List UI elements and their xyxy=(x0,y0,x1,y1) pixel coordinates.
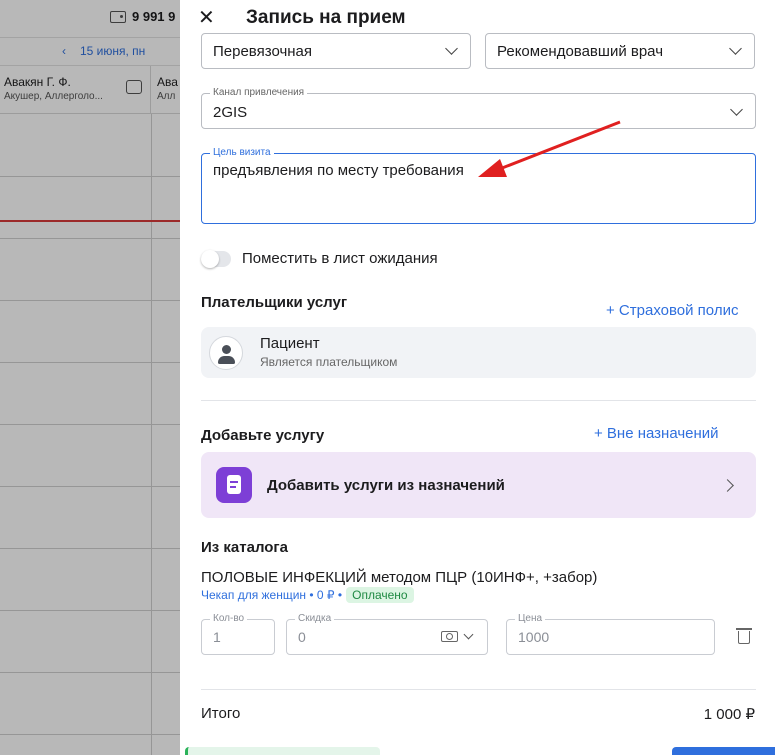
total-label: Итого xyxy=(201,705,241,722)
referrer-value: Рекомендовавший врач xyxy=(497,43,664,60)
secondary-action-button[interactable] xyxy=(185,747,380,755)
total-value: 1 000 ₽ xyxy=(703,706,755,723)
visit-purpose-value: предъявления по месту требования xyxy=(213,162,464,179)
channel-select[interactable]: Канал привлечения 2GIS xyxy=(201,87,756,129)
waitlist-label: Поместить в лист ожидания xyxy=(242,250,438,267)
chevron-down-icon xyxy=(445,42,458,55)
discount-value: 0 xyxy=(298,629,306,645)
catalog-title: Из каталога xyxy=(201,539,289,556)
panel-title: Запись на прием xyxy=(246,7,406,28)
quantity-value: 1 xyxy=(213,629,221,645)
channel-label: Канал привлечения xyxy=(210,87,308,98)
divider xyxy=(201,689,756,690)
visit-purpose-label: Цель визита xyxy=(210,147,274,158)
chevron-down-icon xyxy=(729,42,742,55)
service-name: ПОЛОВЫЕ ИНФЕКЦИЙ методом ПЦР (10ИНФ+, +з… xyxy=(201,569,598,586)
document-icon xyxy=(216,467,252,503)
price-field[interactable]: Цена 1000 xyxy=(506,613,715,655)
payers-title: Плательщики услуг xyxy=(201,294,348,311)
discount-label: Скидка xyxy=(295,613,335,624)
quantity-field[interactable]: Кол-во 1 xyxy=(201,613,275,655)
visit-purpose-textarea[interactable]: Цель визита предъявления по месту требов… xyxy=(201,147,756,224)
channel-value: 2GIS xyxy=(213,104,248,121)
chevron-down-icon xyxy=(730,103,743,116)
add-service-title: Добавьте услугу xyxy=(201,427,325,444)
room-select[interactable]: Перевязочная xyxy=(201,33,471,69)
referrer-select[interactable]: Рекомендовавший врач xyxy=(485,33,755,69)
add-from-prescriptions-label: Добавить услуги из назначений xyxy=(267,477,505,494)
chevron-right-icon xyxy=(721,479,734,492)
chevron-down-icon[interactable] xyxy=(463,629,474,640)
service-meta-text: Чекап для женщин • 0 ₽ • xyxy=(201,588,343,602)
outside-prescriptions-link[interactable]: + Вне назначений xyxy=(594,425,719,442)
waitlist-toggle[interactable] xyxy=(201,250,231,268)
appointment-panel: ✕ Запись на прием Перевязочная Рекомендо… xyxy=(180,0,775,755)
room-value: Перевязочная xyxy=(213,43,313,60)
user-icon xyxy=(209,336,243,370)
discount-field[interactable]: Скидка 0 xyxy=(286,613,488,655)
close-icon[interactable]: ✕ xyxy=(198,8,218,28)
price-value: 1000 xyxy=(518,629,550,645)
payer-name: Пациент xyxy=(260,335,320,352)
payer-card[interactable]: Пациент Является плательщиком xyxy=(201,327,756,378)
add-insurance-link[interactable]: + Страховой полис xyxy=(606,302,738,319)
add-from-prescriptions-card[interactable]: Добавить услуги из назначений xyxy=(201,452,756,518)
quantity-label: Кол-во xyxy=(210,613,248,624)
payer-subtitle: Является плательщиком xyxy=(260,355,398,369)
money-icon[interactable] xyxy=(441,631,458,642)
trash-icon[interactable] xyxy=(736,628,752,644)
save-button[interactable] xyxy=(672,747,775,755)
service-meta: Чекап для женщин • 0 ₽ • Оплачено xyxy=(201,587,414,603)
status-badge: Оплачено xyxy=(346,587,414,603)
divider xyxy=(201,400,756,401)
price-label: Цена xyxy=(515,613,546,624)
